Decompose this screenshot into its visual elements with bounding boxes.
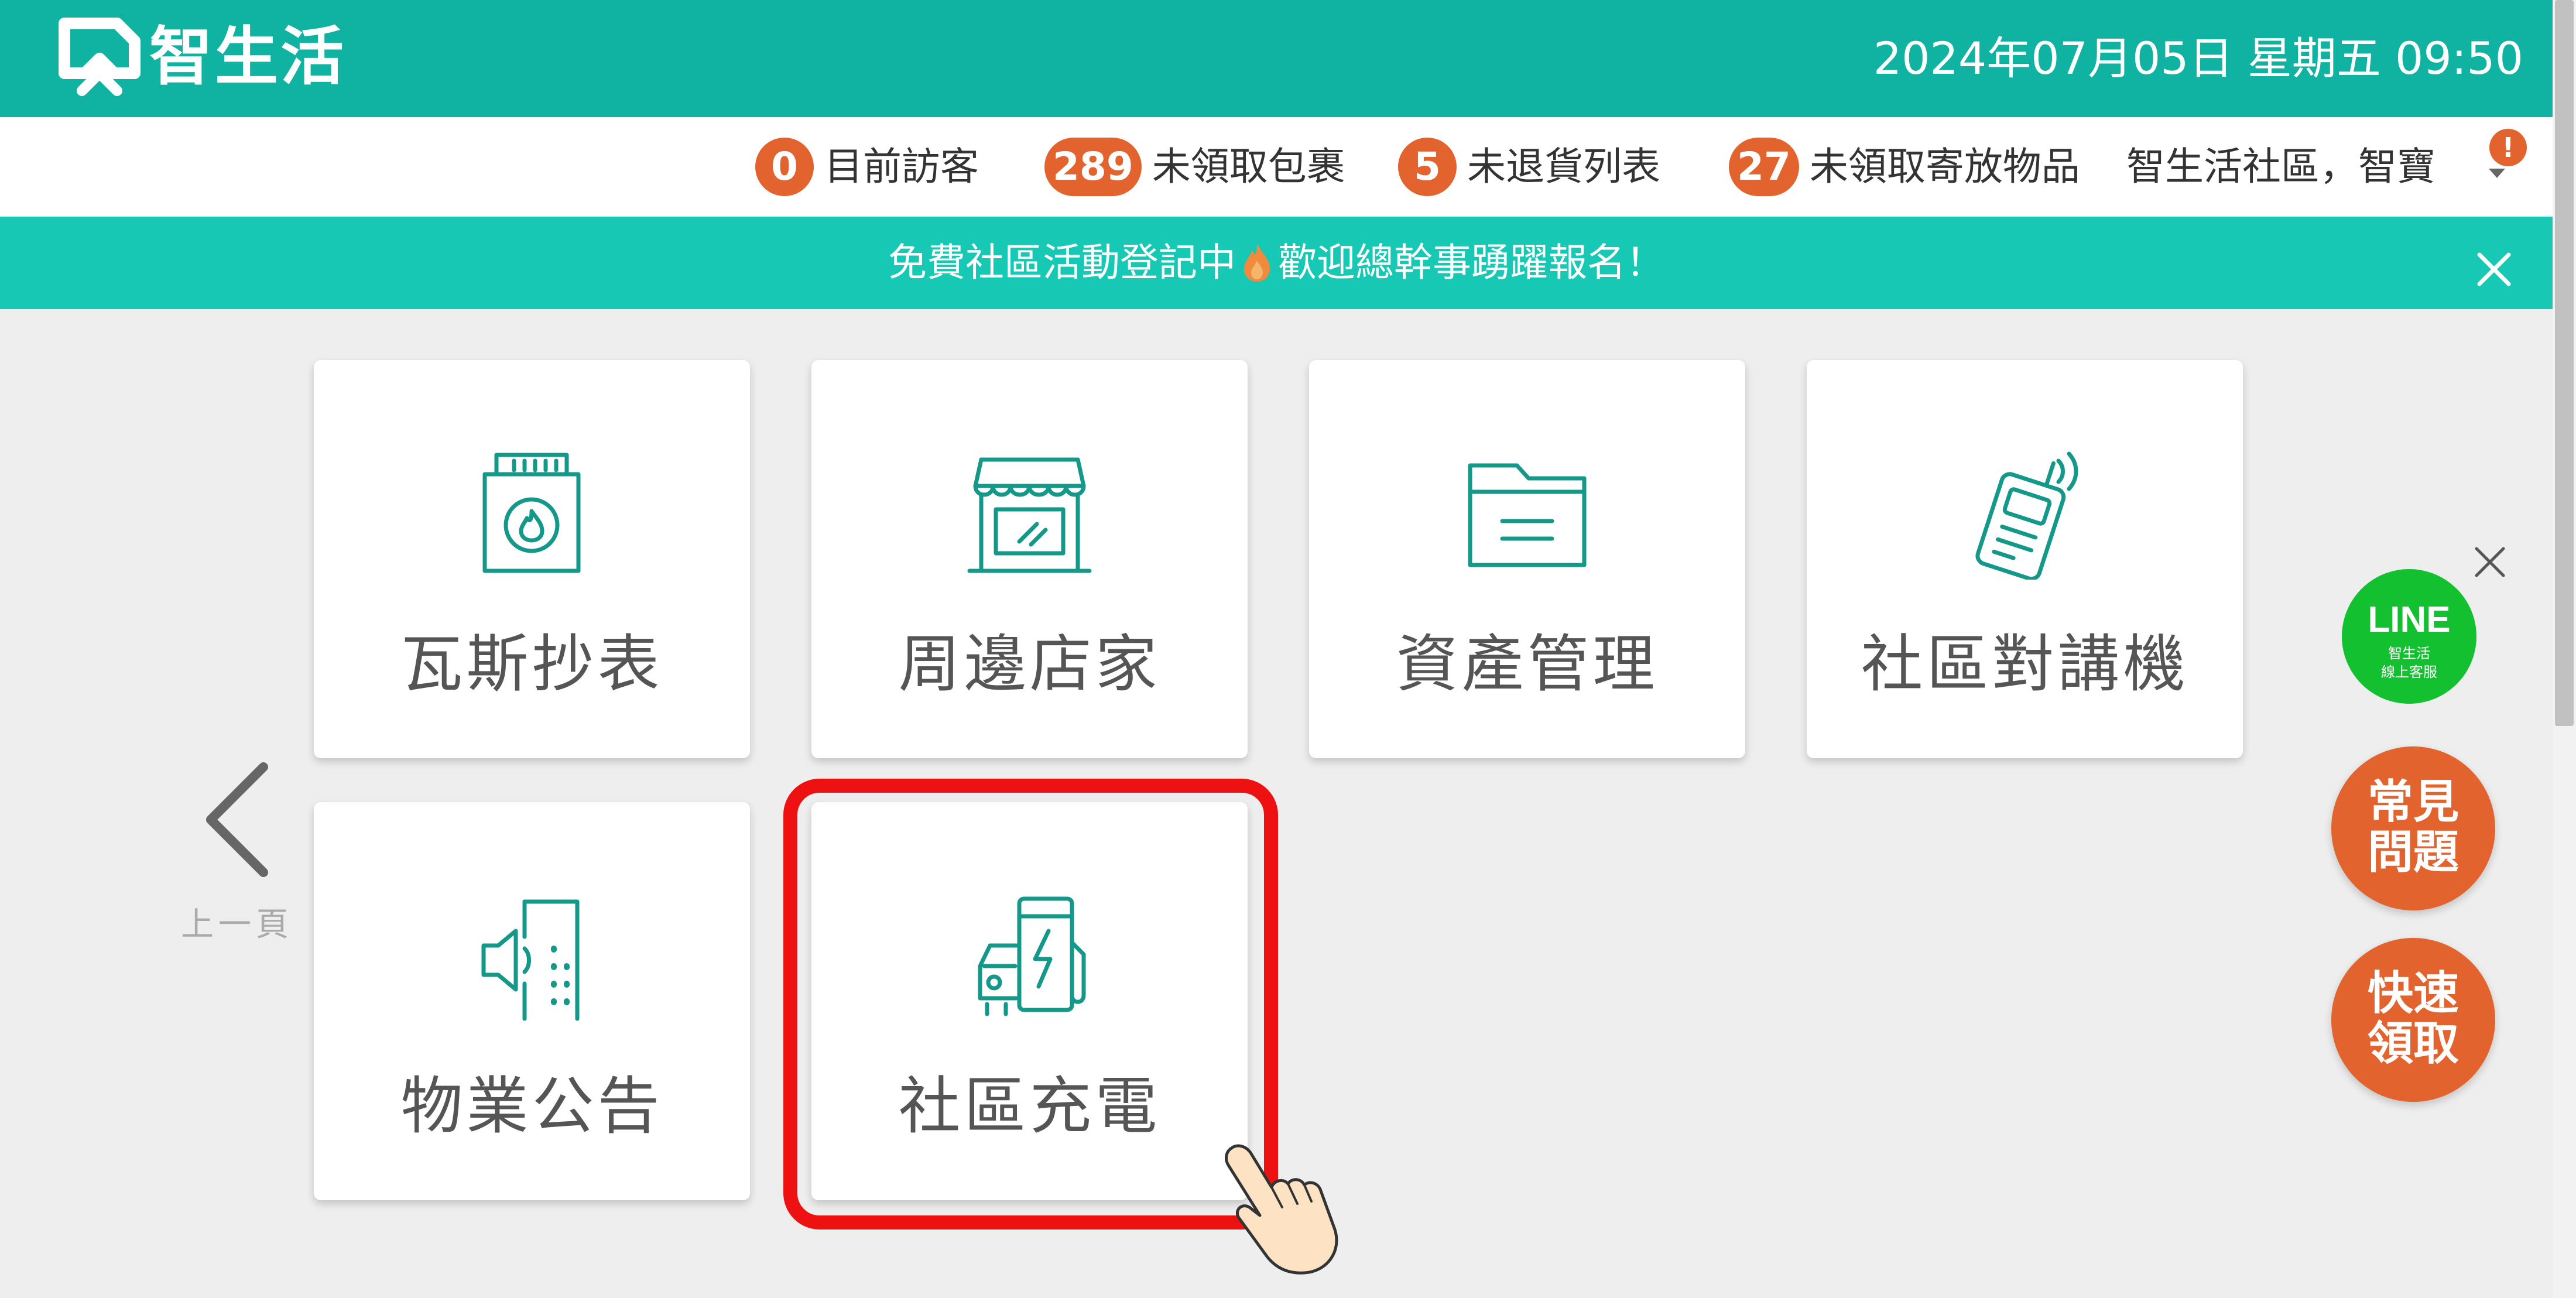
faq-button[interactable]: 常見 問題 <box>2331 746 2495 910</box>
announcement-text: 免費社區活動登記中 歡迎總幹事踴躍報名！ <box>0 217 2553 309</box>
parcels-stat[interactable]: 289 未領取包裹 <box>1044 138 1345 196</box>
notification-alert-badge[interactable]: ! <box>2489 129 2527 166</box>
stored-items-label: 未領取寄放物品 <box>1809 144 2080 189</box>
walkie-talkie-icon <box>1975 451 2078 580</box>
highlight-frame <box>783 779 1278 1229</box>
app-screen: 智生活 2024年07月05日 星期五 09:50 0 目前訪客 289 未領取… <box>0 0 2576 1298</box>
close-icon[interactable] <box>2474 249 2515 290</box>
tile-community-intercom[interactable]: 社區對講機 <box>1807 360 2243 758</box>
status-bar: 0 目前訪客 289 未領取包裹 5 未退貨列表 27 未領取寄放物品 智生活社… <box>0 117 2553 217</box>
top-header: 智生活 2024年07月05日 星期五 09:50 <box>0 0 2553 117</box>
quick-pickup-button[interactable]: 快速 領取 <box>2331 938 2495 1102</box>
visitors-label: 目前訪客 <box>824 144 979 189</box>
quick-line-2: 領取 <box>2367 1018 2459 1070</box>
faq-line-2: 問題 <box>2367 826 2459 879</box>
returns-label: 未退貨列表 <box>1467 144 1660 189</box>
visitors-count-badge: 0 <box>755 138 814 196</box>
returns-stat[interactable]: 5 未退貨列表 <box>1398 138 1660 196</box>
quick-line-1: 快速 <box>2367 967 2459 1020</box>
community-account-menu[interactable]: 智生活社區，智寶 <box>2126 138 2435 196</box>
tile-property-announcements[interactable]: 物業公告 <box>314 802 750 1200</box>
tile-label: 社區對講機 <box>1861 628 2189 700</box>
line-title: LINE <box>2368 600 2451 640</box>
folder-icon <box>1468 463 1587 567</box>
tile-label: 物業公告 <box>400 1070 663 1142</box>
tile-asset-management[interactable]: 資產管理 <box>1309 360 1745 758</box>
scrollbar-thumb[interactable] <box>2555 0 2574 726</box>
gas-meter-icon <box>482 453 581 573</box>
faq-line-1: 常見 <box>2367 776 2459 828</box>
announcement-text-part2: 歡迎總幹事踴躍報名！ <box>1278 240 1664 285</box>
chevron-left-icon[interactable] <box>193 755 281 884</box>
house-logo-icon <box>59 18 141 96</box>
tile-label: 瓦斯抄表 <box>400 628 663 700</box>
line-support-button[interactable]: LINE 智生活 線上客服 <box>2342 569 2476 704</box>
returns-count-badge: 5 <box>1398 138 1457 196</box>
storefront-icon <box>967 457 1092 573</box>
tile-label: 周邊店家 <box>898 628 1161 700</box>
speaker-announcement-icon <box>481 899 580 1021</box>
stored-items-count-badge: 27 <box>1729 138 1799 196</box>
visitors-stat[interactable]: 0 目前訪客 <box>755 138 979 196</box>
tile-gas-meter[interactable]: 瓦斯抄表 <box>314 360 750 758</box>
stored-items-stat[interactable]: 27 未領取寄放物品 <box>1729 138 2080 196</box>
line-subtitle-2: 線上客服 <box>2381 664 2437 680</box>
announcement-banner: 免費社區活動登記中 歡迎總幹事踴躍報名！ <box>0 217 2553 309</box>
pointing-hand-icon <box>1225 1144 1338 1275</box>
close-icon[interactable] <box>2469 542 2510 583</box>
brand-name: 智生活 <box>149 20 347 94</box>
current-datetime: 2024年07月05日 星期五 09:50 <box>1873 32 2523 84</box>
previous-page-label[interactable]: 上一頁 <box>176 902 299 948</box>
tile-label: 資產管理 <box>1396 628 1659 700</box>
parcels-count-badge: 289 <box>1044 138 1142 196</box>
line-subtitle-1: 智生活 <box>2388 645 2430 662</box>
announcement-text-part1: 免費社區活動登記中 <box>888 240 1236 285</box>
flame-icon <box>1244 243 1270 282</box>
parcels-label: 未領取包裹 <box>1152 144 1345 189</box>
tile-nearby-stores[interactable]: 周邊店家 <box>811 360 1248 758</box>
